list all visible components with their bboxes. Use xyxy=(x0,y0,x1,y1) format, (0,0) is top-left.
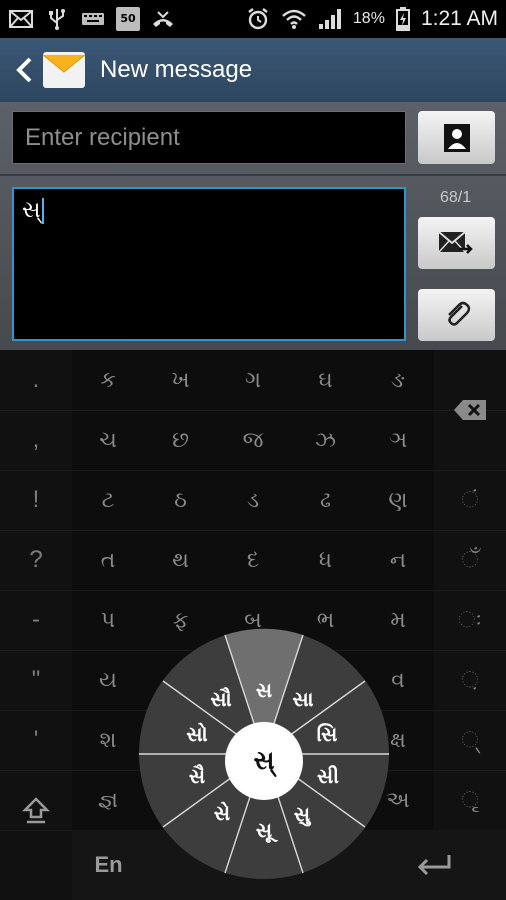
usb-icon xyxy=(44,8,70,30)
shift-arrow-icon xyxy=(21,797,51,824)
mail-icon xyxy=(8,8,34,30)
key-consonant[interactable]: ક xyxy=(72,350,144,410)
key-consonant[interactable]: ડ xyxy=(217,470,289,530)
key-consonant[interactable]: છ xyxy=(144,410,217,470)
key-consonant[interactable]: ખ xyxy=(144,350,217,410)
attach-button[interactable] xyxy=(418,289,495,341)
key-consonant[interactable]: શ xyxy=(72,710,144,770)
signal-icon xyxy=(317,8,343,30)
backspace-key[interactable] xyxy=(434,380,506,440)
key-consonant[interactable]: ઙ xyxy=(362,350,434,410)
key-consonant[interactable]: ત xyxy=(72,530,144,590)
language-switch-key[interactable]: En xyxy=(72,830,145,900)
enter-arrow-icon xyxy=(417,855,450,876)
key-punct[interactable]: , xyxy=(0,410,72,470)
key-consonant[interactable]: ઞ xyxy=(362,410,434,470)
char-counter: 68/1 xyxy=(440,189,472,206)
key-sign[interactable]: ૃ xyxy=(434,770,506,830)
text-cursor xyxy=(41,197,44,224)
contact-picker-button[interactable] xyxy=(418,111,495,164)
key-punct[interactable]: . xyxy=(0,350,72,410)
page-title: New message xyxy=(100,56,253,83)
radial-option[interactable]: સૂ xyxy=(256,818,272,842)
key-sign[interactable]: ઁ xyxy=(434,530,506,590)
back-button[interactable] xyxy=(10,50,38,90)
radial-option[interactable]: સે xyxy=(214,801,230,825)
key-consonant[interactable]: દ xyxy=(217,530,289,590)
message-input[interactable]: સ્ xyxy=(12,187,406,341)
key-consonant[interactable]: જ xyxy=(217,410,289,470)
chevron-left-icon xyxy=(16,57,32,83)
radial-option[interactable]: સૌ xyxy=(210,687,231,711)
status-left: 50 xyxy=(8,7,176,31)
key-punct[interactable]: - xyxy=(0,590,72,650)
key-consonant[interactable]: જ્ઞ xyxy=(72,770,144,830)
key-sign[interactable]: ઼ xyxy=(434,650,506,710)
radial-option[interactable]: સુ xyxy=(294,802,310,826)
key-sign[interactable]: ઃ xyxy=(434,590,506,650)
messages-app-icon xyxy=(42,48,86,92)
radial-option[interactable]: સી xyxy=(317,764,339,788)
key-sign[interactable]: ્ xyxy=(434,710,506,770)
key-consonant[interactable]: ટ xyxy=(72,470,144,530)
key-consonant[interactable]: પ xyxy=(72,590,144,650)
key-consonant[interactable]: થ xyxy=(144,530,217,590)
alarm-icon xyxy=(245,8,271,30)
compose-area: સ્ 68/1 xyxy=(0,102,506,350)
keyboard-icon xyxy=(80,8,106,30)
missed-call-icon xyxy=(150,8,176,30)
radial-option[interactable]: સા xyxy=(292,687,313,711)
radial-option[interactable]: સ xyxy=(256,678,272,702)
key-consonant[interactable]: ઢ xyxy=(289,470,362,530)
compose-divider xyxy=(0,174,506,176)
paperclip-icon xyxy=(447,301,470,326)
action-bar: New message xyxy=(0,38,506,102)
weather-badge-icon: 50 xyxy=(116,7,140,31)
radial-option[interactable]: સો xyxy=(186,722,207,746)
send-button[interactable] xyxy=(418,217,495,269)
status-bar: 50 18% 1:21 AM xyxy=(0,0,506,38)
key-consonant[interactable]: ઝ xyxy=(289,410,362,470)
key-consonant[interactable]: ઘ xyxy=(289,350,362,410)
key-consonant[interactable]: ચ xyxy=(72,410,144,470)
status-right: 18% 1:21 AM xyxy=(245,7,498,31)
shift-key[interactable] xyxy=(0,780,72,840)
send-message-icon xyxy=(437,231,473,254)
radial-option[interactable]: સિ xyxy=(317,722,338,746)
key-consonant[interactable]: ગ xyxy=(217,350,289,410)
clock: 1:21 AM xyxy=(420,7,498,30)
key-consonant[interactable]: ધ xyxy=(289,530,362,590)
key-consonant[interactable]: ન xyxy=(362,530,434,590)
message-text: સ્ xyxy=(22,197,41,223)
radial-option[interactable]: સૈ xyxy=(189,764,205,788)
key-punct[interactable]: ? xyxy=(0,530,72,590)
contact-icon xyxy=(443,123,470,152)
key-consonant[interactable]: ય xyxy=(72,650,144,710)
recipient-input[interactable] xyxy=(12,111,406,164)
key-punct[interactable]: ! xyxy=(0,470,72,530)
key-consonant[interactable]: ણ xyxy=(362,470,434,530)
radial-center-key[interactable]: સ્ xyxy=(225,722,303,800)
key-consonant[interactable]: ઠ xyxy=(144,470,217,530)
battery-charging-icon xyxy=(395,7,411,31)
battery-percent: 18% xyxy=(352,10,385,27)
wifi-icon xyxy=(281,8,307,30)
weather-badge-value: 50 xyxy=(120,12,136,25)
key-sign[interactable]: ં xyxy=(434,470,506,530)
key-punct[interactable]: ' xyxy=(0,710,72,770)
backspace-icon xyxy=(454,400,486,420)
key-punct[interactable]: " xyxy=(0,650,72,710)
